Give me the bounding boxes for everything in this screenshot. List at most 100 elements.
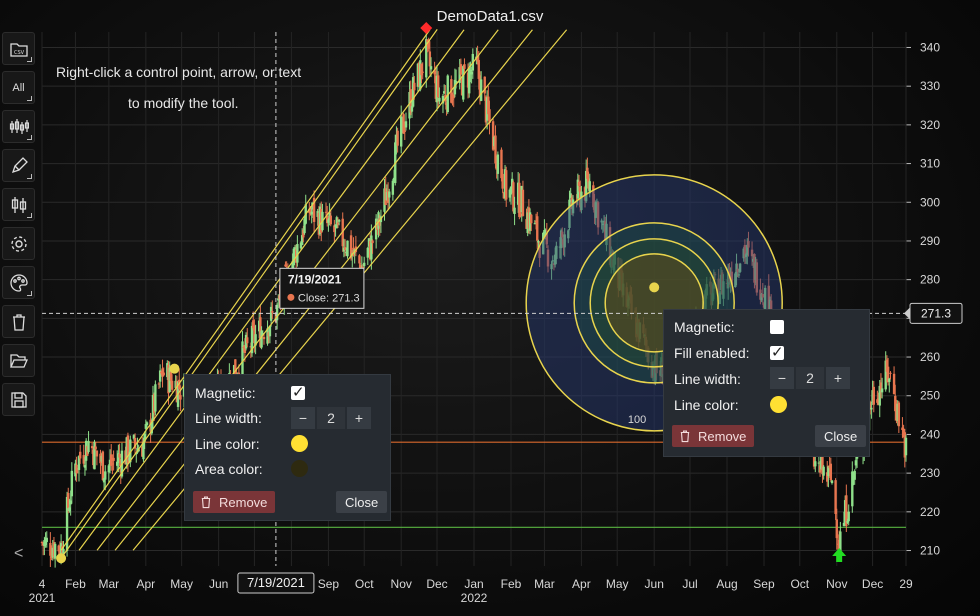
remove-label: Remove: [219, 494, 268, 510]
line-color-swatch[interactable]: [770, 396, 787, 413]
x-tick-label: 29: [899, 577, 913, 591]
line-width-stepper: − 2 +: [291, 407, 373, 429]
crosshair-y-label-pointer: [904, 307, 910, 320]
candle-body: [112, 457, 115, 461]
candle-body: [358, 255, 361, 264]
price-chart[interactable]: 2102202302402502602702802903003103203303…: [0, 0, 980, 616]
x-tick-label: Feb: [501, 577, 522, 591]
candle-body: [413, 82, 416, 91]
submenu-corner: [27, 96, 32, 101]
candle-body: [459, 64, 463, 75]
candle-body: [170, 380, 174, 390]
magnetic-label: Magnetic:: [195, 385, 256, 401]
x-tick-label: Feb: [65, 577, 86, 591]
candle-body: [421, 71, 424, 73]
candle-body: [501, 173, 504, 189]
y-tick-label: 250: [920, 389, 940, 403]
candle-body: [889, 372, 892, 374]
show-all-label: All: [12, 81, 25, 94]
submenu-corner: [27, 174, 32, 179]
csv-file-button[interactable]: CSV: [2, 32, 35, 65]
candle-body: [479, 79, 483, 101]
circle-level-label: 100: [628, 414, 646, 426]
candle-body: [346, 240, 349, 257]
x-tick-label: Sep: [753, 577, 775, 591]
x-tick-label: Sep: [318, 577, 340, 591]
candle-body: [78, 451, 82, 459]
circle-tool-panel: Magnetic: Fill enabled: Line width: − 2 …: [663, 309, 870, 457]
y-tick-label: 240: [920, 427, 940, 441]
trash-icon: [201, 496, 211, 509]
decrease-button[interactable]: −: [770, 367, 794, 389]
line-width-value[interactable]: 2: [796, 367, 824, 389]
channel-control-point: [56, 553, 67, 564]
candle-body: [101, 451, 105, 481]
x-tick-label: May: [606, 577, 629, 591]
x-tick-label: May: [170, 577, 193, 591]
delete-button[interactable]: [2, 305, 35, 338]
x-tick-label: Oct: [355, 577, 374, 591]
fill-enabled-checkbox[interactable]: [770, 343, 784, 361]
themes-button[interactable]: [2, 266, 35, 299]
candle-body: [162, 372, 165, 376]
close-button[interactable]: Close: [336, 491, 388, 513]
line-color-label: Line color:: [195, 436, 260, 452]
svg-text:CSV: CSV: [14, 50, 25, 56]
scroll-left-button[interactable]: <: [14, 545, 23, 563]
x-tick-label: Mar: [98, 577, 119, 591]
increase-button[interactable]: +: [347, 407, 371, 429]
show-all-button[interactable]: All: [2, 71, 35, 104]
x-tick-label: 4: [39, 577, 46, 591]
x-year-label: 2021: [29, 591, 56, 605]
x-tick-label: Jan: [464, 577, 483, 591]
tooltip-series-dot: [287, 293, 295, 301]
settings-button[interactable]: [2, 227, 35, 260]
hint-line-1: Right-click a control point, arrow, or t…: [56, 64, 302, 80]
candle-body: [463, 64, 466, 69]
chart-type-button[interactable]: [2, 188, 35, 221]
decrease-button[interactable]: −: [291, 407, 315, 429]
line-width-value[interactable]: 2: [317, 407, 345, 429]
y-tick-label: 280: [920, 273, 940, 287]
increase-button[interactable]: +: [826, 367, 850, 389]
submenu-corner: [27, 213, 32, 218]
line-color-swatch[interactable]: [291, 435, 308, 452]
candle-body: [95, 450, 99, 457]
open-button[interactable]: [2, 344, 35, 377]
candle-body: [396, 130, 399, 146]
x-tick-label: Dec: [862, 577, 883, 591]
candle-body: [371, 240, 374, 244]
candle-body: [246, 337, 249, 344]
candle-body: [870, 407, 873, 410]
draw-tools-button[interactable]: [2, 149, 35, 182]
y-tick-label: 320: [920, 118, 940, 132]
y-tick-label: 340: [920, 40, 940, 54]
candlestick-button[interactable]: [2, 110, 35, 143]
area-color-label: Area color:: [195, 461, 263, 477]
submenu-corner: [27, 135, 32, 140]
trash-icon: [12, 313, 25, 331]
candle-body: [262, 336, 266, 340]
magnetic-checkbox[interactable]: [291, 383, 305, 401]
candle-body: [521, 189, 525, 216]
remove-button[interactable]: Remove: [672, 425, 755, 447]
tooltip-date: 7/19/2021: [288, 272, 342, 286]
circle-control-point: [649, 282, 660, 293]
candle-body: [822, 466, 825, 476]
close-button[interactable]: Close: [815, 425, 867, 447]
candle-body: [505, 170, 508, 200]
save-button[interactable]: [2, 383, 35, 416]
candle-body: [94, 446, 97, 450]
y-tick-label: 210: [920, 544, 940, 558]
high-marker: [420, 22, 433, 34]
candle-body: [104, 471, 107, 480]
y-tick-label: 330: [920, 79, 940, 93]
magnetic-checkbox[interactable]: [770, 320, 784, 334]
remove-button[interactable]: Remove: [193, 491, 276, 513]
x-tick-label: Nov: [826, 577, 847, 591]
candle-body: [847, 511, 850, 522]
trash-icon: [680, 430, 690, 443]
x-tick-label: Jun: [209, 577, 228, 591]
area-color-swatch[interactable]: [291, 460, 308, 477]
chart-window: DemoData1.csv 21022023024025026027028029…: [0, 0, 980, 616]
